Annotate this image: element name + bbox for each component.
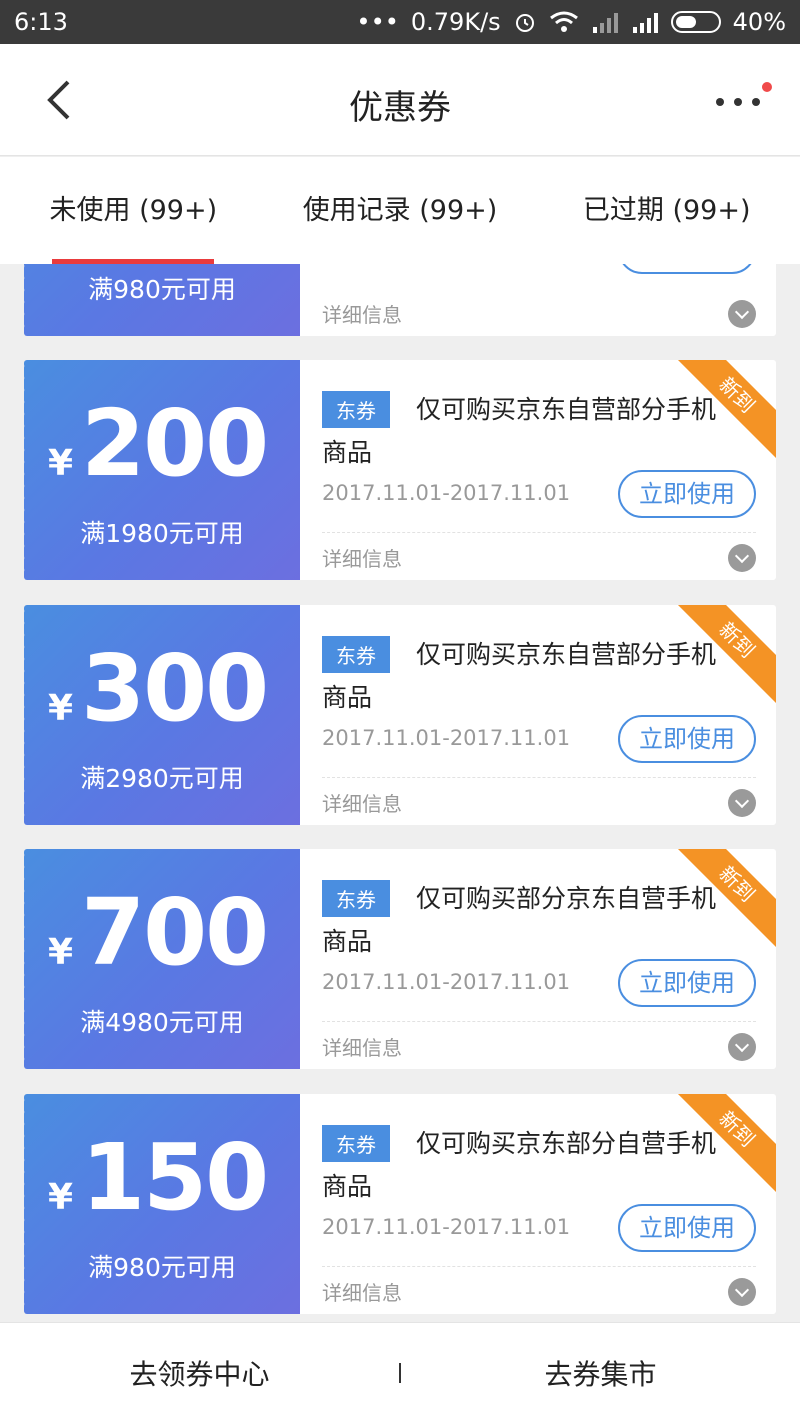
coupon-card: ¥ 700 满4980元可用 东券 仅可购买部分京东自营手机商品 2017.11… [20,849,776,1069]
coupon-condition: 满4980元可用 [80,1008,244,1037]
divider [322,1021,756,1022]
tab-expired[interactable]: 已过期 (99+) [533,157,800,264]
chevron-down-icon[interactable] [728,544,756,572]
detail-label: 详细信息 [322,303,402,327]
coupon-amount: 150 [81,1124,269,1231]
signal-1-icon [591,11,619,33]
signal-2-icon [631,11,659,33]
coupon-dates: 2017.11.01-2017.11.01 [322,481,571,505]
coupon-value-panel: ¥ 200 满1980元可用 [20,360,300,580]
battery-icon [670,11,721,33]
detail-label[interactable]: 详细信息 [322,1277,402,1306]
coupon-condition: 满980元可用 [88,275,236,304]
tab-usage-history[interactable]: 使用记录 (99+) [267,157,534,264]
wifi-icon [549,11,579,33]
amount-row: ¥ 300 [48,635,269,742]
coupon-info-panel: 东券 仅可购买京东自营部分手机商品 2017.11.01-2017.11.01 … [300,360,776,580]
coupon-dates: 2017.11.01-2017.11.01 [322,970,571,994]
divider [322,777,756,778]
coupon-list[interactable]: 满980元可用 详细信息 ¥ 200 满1980元可用 东券 仅可购买京东自营部… [0,264,800,1322]
coupon-description: 仅可购买部分京东自营手机商品 [322,884,717,956]
network-speed: 0.79K/s [410,8,501,36]
detail-label[interactable]: 详细信息 [322,1032,402,1061]
more-dot [752,98,760,106]
status-time: 6:13 [14,8,68,36]
use-now-button[interactable]: 立即使用 [618,470,756,518]
coupon-amount: 700 [81,879,269,986]
bottom-bar: 去领券中心 去券集市 [0,1322,800,1422]
use-now-button[interactable]: 立即使用 [618,715,756,763]
coupon-center-button[interactable]: 去领券中心 [0,1353,399,1393]
coupon-value-panel: ¥ 700 满4980元可用 [20,849,300,1069]
battery-percent: 40% [732,8,786,36]
more-button[interactable] [712,82,772,118]
use-now-button[interactable]: 立即使用 [618,959,756,1007]
more-dot [734,98,742,106]
coupon-condition: 满980元可用 [88,1253,236,1282]
status-dots: ••• [356,8,399,36]
coupon-description: 仅可购买京东自营部分手机商品 [322,395,717,467]
coupon-card: 满980元可用 详细信息 [20,264,776,336]
coupon-value-panel: 满980元可用 [20,264,300,336]
coupon-card: ¥ 200 满1980元可用 东券 仅可购买京东自营部分手机商品 2017.11… [20,360,776,580]
coupon-market-button[interactable]: 去券集市 [401,1353,800,1393]
amount-row: ¥ 150 [48,1124,269,1231]
amount-row: ¥ 700 [48,879,269,986]
coupon-value-panel: ¥ 150 满980元可用 [20,1094,300,1314]
tab-unused[interactable]: 未使用 (99+) [0,157,267,264]
coupon-card: ¥ 150 满980元可用 东券 仅可购买京东部分自营手机商品 2017.11.… [20,1094,776,1314]
coupon-dates: 2017.11.01-2017.11.01 [322,726,571,750]
use-now-button[interactable]: 立即使用 [618,1204,756,1252]
coupon-info-panel: 东券 仅可购买京东部分自营手机商品 2017.11.01-2017.11.01 … [300,1094,776,1314]
amount-row: ¥ 200 [48,390,269,497]
divider [322,532,756,533]
coupon-amount: 200 [81,390,269,497]
use-now-button[interactable] [618,264,756,274]
coupon-condition: 满2980元可用 [80,764,244,793]
status-bar: 6:13 ••• 0.79K/s 40% [0,0,800,44]
coupon-info-panel: 东券 仅可购买部分京东自营手机商品 2017.11.01-2017.11.01 … [300,849,776,1069]
coupon-value-panel: ¥ 300 满2980元可用 [20,605,300,825]
coupon-info-panel: 详细信息 [300,264,776,336]
coupon-description: 仅可购买京东自营部分手机商品 [322,640,717,712]
more-dots-icon [716,98,724,106]
currency-symbol: ¥ [48,932,74,973]
alarm-icon [513,10,537,34]
chevron-down-icon[interactable] [728,789,756,817]
coupon-description: 仅可购买京东部分自营手机商品 [322,1129,717,1201]
nav-bar: 优惠券 [0,44,800,156]
currency-symbol: ¥ [48,688,74,729]
chevron-down-icon[interactable] [728,1278,756,1306]
currency-symbol: ¥ [48,1177,74,1218]
coupon-card: ¥ 300 满2980元可用 东券 仅可购买京东自营部分手机商品 2017.11… [20,605,776,825]
coupon-condition: 满1980元可用 [80,519,244,548]
divider [322,1266,756,1267]
currency-symbol: ¥ [48,443,74,484]
coupon-dates: 2017.11.01-2017.11.01 [322,1215,571,1239]
status-right: ••• 0.79K/s 40% [356,8,786,36]
detail-label[interactable]: 详细信息 [322,543,402,572]
detail-label[interactable]: 详细信息 [322,788,402,817]
coupon-info-panel: 东券 仅可购买京东自营部分手机商品 2017.11.01-2017.11.01 … [300,605,776,825]
coupon-amount: 300 [81,635,269,742]
page-title: 优惠券 [349,88,451,128]
chevron-down-icon[interactable] [728,300,756,328]
tab-bar: 未使用 (99+) 使用记录 (99+) 已过期 (99+) [0,157,800,264]
chevron-down-icon[interactable] [728,1033,756,1061]
notification-badge [762,82,772,92]
